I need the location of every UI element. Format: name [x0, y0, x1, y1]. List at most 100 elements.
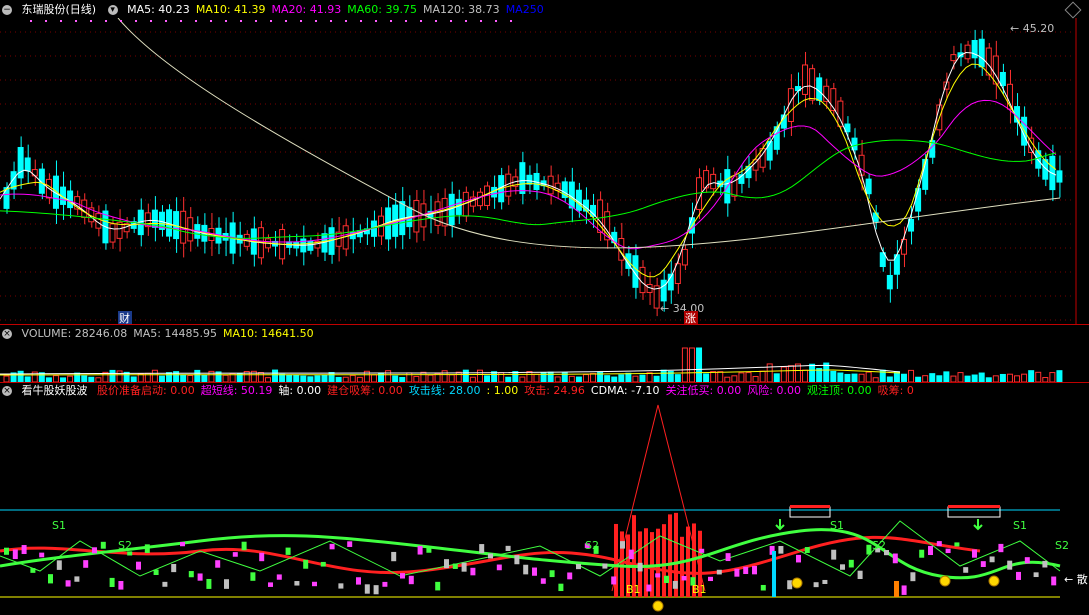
signal-box [947, 506, 1001, 518]
indicator-step [963, 567, 969, 573]
signal-dot [420, 20, 422, 22]
volume-bar [476, 369, 483, 382]
signal-dot [120, 20, 122, 22]
indicator-step [1051, 576, 1057, 586]
ind-label-1: 超短线: 50.19 [200, 384, 273, 397]
indicator-step [444, 559, 449, 569]
volume-bar [1021, 373, 1028, 382]
signal-dot [45, 20, 47, 22]
indicator-step [655, 573, 661, 578]
collapse-icon[interactable]: − [2, 5, 12, 15]
s2-label: S2 [872, 539, 886, 552]
signal-dot [465, 20, 467, 22]
ma5-line [0, 52, 1057, 290]
indicator-step [1007, 560, 1013, 570]
signal-dot [435, 20, 437, 22]
ma-label-4: MA120: 38.73 [422, 3, 500, 16]
cyan-signal-bar [772, 551, 776, 597]
indicator-step [611, 576, 617, 585]
indicator-step [796, 554, 801, 563]
volume-bar [830, 370, 837, 382]
volume-bar [943, 371, 950, 382]
indicator-step [435, 581, 441, 591]
volume-bar [590, 373, 597, 382]
signal-dot [330, 20, 332, 22]
volume-bar [745, 372, 752, 382]
signal-dot [165, 20, 167, 22]
volume-bar [710, 371, 717, 382]
candle [999, 71, 1006, 87]
ma-label-1: MA10: 41.39 [195, 3, 266, 16]
indicator-step [48, 574, 53, 584]
candle [950, 54, 957, 62]
volume-legend: VOLUME: 28246.08 MA5: 14485.95 MA10: 14641… [22, 327, 320, 340]
indicator-step [646, 584, 652, 592]
indicator-step [320, 561, 326, 567]
volume-bar [448, 374, 455, 382]
indicator-step [848, 559, 854, 568]
dropdown-icon[interactable]: ▾ [107, 5, 118, 15]
candle [710, 173, 717, 190]
indicator-step [118, 581, 124, 590]
candle [681, 248, 688, 266]
volume-bar [427, 374, 434, 382]
b1-label: B1 [626, 583, 641, 596]
indicator-step [74, 576, 80, 582]
volume-bar [420, 371, 427, 382]
volume-bar [844, 373, 851, 382]
indicator-step [268, 582, 273, 587]
volume-bar [794, 363, 801, 382]
candle [526, 174, 533, 185]
indicator-step [708, 576, 713, 582]
indicator-step [910, 572, 916, 582]
indicator-collapse-icon[interactable]: × [2, 386, 12, 396]
candle [752, 159, 759, 171]
volume-bar [272, 369, 279, 382]
volume-bar [491, 371, 498, 382]
indicator-step [470, 567, 476, 576]
volume-bar [625, 372, 632, 382]
indicator-step [12, 549, 18, 560]
volume-bar [455, 371, 462, 382]
signal-dot [180, 20, 182, 22]
indicator-step [989, 556, 995, 563]
indicator-step [725, 553, 731, 562]
s2-label: S2 [1055, 539, 1069, 552]
ind-label-8: 关注低买: 0.00 [665, 384, 742, 397]
candle [660, 279, 667, 302]
volume-bar [321, 374, 328, 382]
stock-title: 东瑞股份(日线) [21, 3, 97, 16]
indicator-step [760, 584, 766, 591]
volume-bar [1006, 373, 1013, 382]
indicator-step [206, 578, 212, 589]
indicator-step [144, 544, 150, 553]
vol-label-2: MA10: 14641.50 [222, 327, 314, 340]
volume-bar [257, 372, 264, 382]
indicator-step [1024, 557, 1030, 564]
volume-collapse-icon[interactable]: × [2, 329, 12, 339]
indicator-step [628, 549, 634, 560]
indicator-step [92, 547, 97, 554]
ma-legend: MA5: 40.23 MA10: 41.39 MA20: 41.93 MA60: 39… [127, 3, 550, 16]
indicator-step [452, 563, 458, 569]
indicator-step [743, 566, 749, 575]
volume-bar [837, 372, 844, 382]
indicator-step [21, 545, 27, 555]
indicator-step [672, 580, 678, 589]
indicator-step [488, 553, 493, 559]
volume-bar [957, 372, 964, 382]
indicator-step [197, 573, 203, 581]
indicator-step [109, 577, 115, 587]
volume-bar [526, 371, 533, 382]
signal-dot [450, 20, 452, 22]
volume-bar [462, 369, 469, 382]
volume-bar [194, 369, 201, 382]
signal-box-top [948, 505, 1000, 508]
indicator-step [56, 560, 62, 570]
indicator-step [734, 568, 740, 577]
indicator-step [294, 581, 300, 586]
indicator-step [338, 583, 344, 589]
indicator-step [215, 560, 221, 568]
candle [590, 204, 597, 217]
maximize-icon[interactable] [1064, 1, 1082, 19]
